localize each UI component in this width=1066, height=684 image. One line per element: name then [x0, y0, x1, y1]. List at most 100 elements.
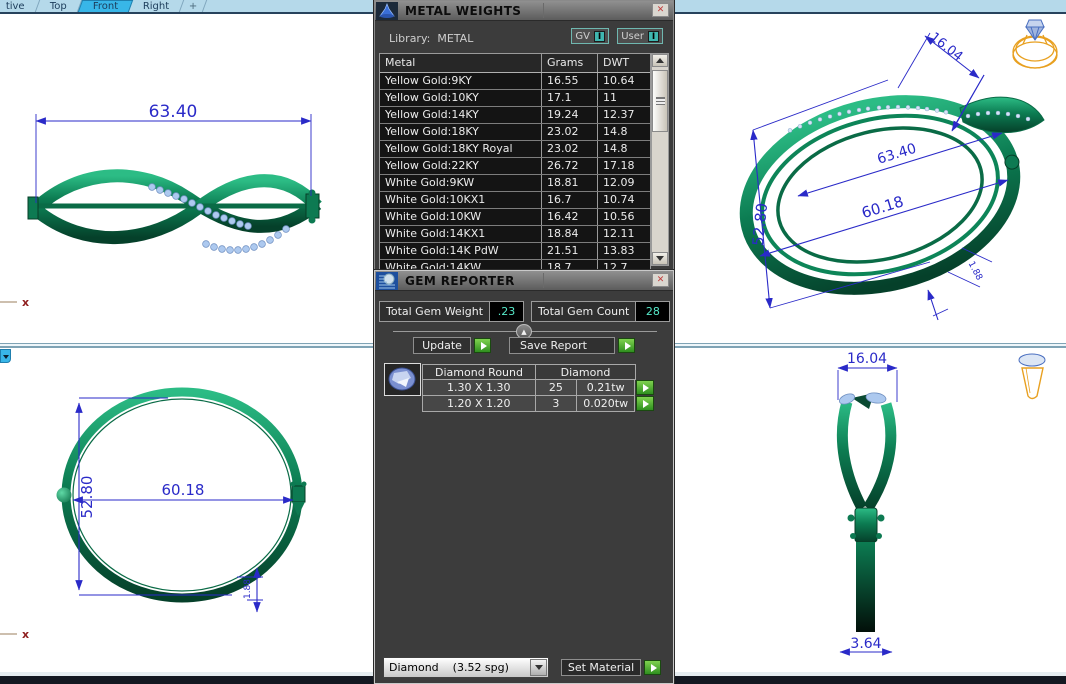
metal-cell: 10.56: [598, 209, 650, 225]
column-header-dwt[interactable]: DWT: [598, 54, 650, 72]
scrollbar-thumb[interactable]: [652, 70, 668, 132]
metal-row[interactable]: Yellow Gold:22KY26.7217.18: [380, 158, 650, 175]
set-material-run-button[interactable]: [644, 660, 661, 675]
play-icon: [643, 384, 649, 392]
metal-row[interactable]: White Gold:14KX118.8412.11: [380, 226, 650, 243]
dim-right-bottom: 3.64: [850, 636, 881, 652]
metal-cell: White Gold:14K PdW: [380, 243, 542, 259]
gem-cell: 0.21tw: [577, 380, 635, 396]
tab-perspective[interactable]: tive: [0, 0, 40, 12]
gem-cell: 1.20 X 1.20: [422, 396, 536, 412]
set-material-button[interactable]: Set Material: [561, 659, 641, 676]
right-bangle-model[interactable]: [838, 392, 891, 632]
titlebar-separator: [543, 3, 544, 18]
gem-row-run-button[interactable]: [636, 396, 654, 411]
scroll-up-icon[interactable]: [652, 54, 668, 67]
column-header-metal[interactable]: Metal: [380, 54, 542, 72]
metal-row[interactable]: White Gold:9KW18.8112.09: [380, 175, 650, 192]
tab-label: Right: [143, 1, 169, 12]
metal-cell: 11: [598, 90, 650, 106]
user-toggle-icon[interactable]: I: [648, 31, 659, 42]
metal-table-header: Metal Grams DWT: [380, 54, 650, 73]
gem-thumbnail[interactable]: [384, 363, 421, 396]
metal-cell: 18.81: [542, 175, 598, 191]
play-icon: [651, 664, 657, 672]
metal-weights-icon: [376, 2, 398, 20]
metal-table-scrollbar[interactable]: [651, 53, 669, 266]
gem-cell: 25: [536, 380, 578, 396]
metal-cell: 13.83: [598, 243, 650, 259]
total-gem-count-box: Total Gem Count 28: [531, 301, 670, 322]
dim-front-width: 63.40: [149, 102, 198, 122]
tab-right[interactable]: Right: [129, 0, 185, 12]
metal-cell: 14.8: [598, 141, 650, 157]
dim-persp-top: 16.04: [927, 30, 966, 65]
material-dropdown-value: Diamond (3.52 spg): [384, 661, 530, 674]
metal-row[interactable]: White Gold:10KW16.4210.56: [380, 209, 650, 226]
metal-weights-dialog: METAL WEIGHTS ✕ Library: METAL GV I User…: [374, 0, 674, 270]
metal-cell: Yellow Gold:14KY: [380, 107, 542, 123]
gv-toggle-icon[interactable]: I: [594, 31, 605, 42]
metal-row[interactable]: Yellow Gold:18KY23.0214.8: [380, 124, 650, 141]
metal-cell: 12.37: [598, 107, 650, 123]
ring-profile-icon: [1019, 354, 1045, 399]
gem-cell: 3: [536, 396, 578, 412]
gem-cell: 1.30 X 1.30: [422, 380, 536, 396]
metal-cell: 16.55: [542, 73, 598, 89]
save-report-button[interactable]: Save Report: [509, 337, 615, 354]
material-dropdown[interactable]: Diamond (3.52 spg): [383, 657, 549, 678]
tab-top[interactable]: Top: [36, 0, 82, 12]
dropdown-arrow-icon[interactable]: [530, 659, 547, 676]
metal-cell: White Gold:9KW: [380, 175, 542, 191]
column-header-grams[interactable]: Grams: [542, 54, 598, 72]
metal-cell: White Gold:10KW: [380, 209, 542, 225]
viewport-corner-tab[interactable]: [0, 349, 11, 363]
dim-persp-diag-a: 63.40: [875, 141, 918, 168]
metal-cell: 16.42: [542, 209, 598, 225]
tab-label: Front: [92, 1, 117, 12]
metal-cell: 12.11: [598, 226, 650, 242]
metal-row[interactable]: White Gold:10KX116.710.74: [380, 192, 650, 209]
metal-cell: Yellow Gold:10KY: [380, 90, 542, 106]
metal-row[interactable]: Yellow Gold:14KY19.2412.37: [380, 107, 650, 124]
close-icon[interactable]: ✕: [652, 3, 669, 17]
gv-toggle-button[interactable]: GV I: [571, 28, 609, 44]
diamond-round-gem-icon: [385, 364, 420, 395]
metal-row[interactable]: Yellow Gold:10KY17.111: [380, 90, 650, 107]
metal-row[interactable]: Yellow Gold:9KY16.5510.64: [380, 73, 650, 90]
save-report-run-button[interactable]: [618, 338, 635, 353]
tab-label: Top: [50, 1, 67, 12]
new-viewport-tab-button[interactable]: +: [180, 0, 208, 12]
total-gem-count-value: 28: [635, 302, 669, 321]
gem-header-material: Diamond: [536, 364, 636, 380]
scroll-down-icon[interactable]: [652, 252, 668, 265]
close-icon[interactable]: ✕: [652, 273, 669, 287]
metal-row[interactable]: White Gold:14K PdW21.5113.83: [380, 243, 650, 260]
gem-reporter-dialog: GEM REPORTER ✕ Total Gem Weight .23 Tota…: [374, 270, 674, 684]
library-label: Library: METAL: [389, 32, 473, 45]
gem-row-run-button[interactable]: [636, 380, 654, 395]
total-gem-weight-box: Total Gem Weight .23: [379, 301, 524, 322]
ring-preview-icon: [1013, 20, 1057, 68]
gem-reporter-icon: [376, 272, 398, 290]
front-bangle-model[interactable]: [28, 176, 319, 254]
update-run-button[interactable]: [474, 338, 491, 353]
gem-row[interactable]: 1.30 X 1.30250.21tw: [422, 380, 654, 396]
metal-cell: 14.8: [598, 124, 650, 140]
metal-row[interactable]: Yellow Gold:18KY Royal23.0214.8: [380, 141, 650, 158]
user-toggle-button[interactable]: User I: [617, 28, 663, 44]
tab-front[interactable]: Front: [77, 0, 133, 12]
top-view-drawing: 52.80 60.18 1.88 x: [0, 392, 307, 641]
dialog-title: METAL WEIGHTS: [405, 4, 521, 18]
gem-row[interactable]: 1.20 X 1.2030.020tw: [422, 396, 654, 412]
perspective-view-drawing: 52.80 63.40 60.18 16.04 1.88: [726, 20, 1057, 320]
metal-weights-titlebar[interactable]: METAL WEIGHTS ✕: [375, 1, 673, 21]
perspective-bangle-model[interactable]: [726, 73, 1044, 315]
metal-cell: 10.74: [598, 192, 650, 208]
metal-table-body: Yellow Gold:9KY16.5510.64Yellow Gold:10K…: [380, 73, 650, 271]
axis-x-label: x: [22, 296, 29, 309]
metal-cell: Yellow Gold:18KY: [380, 124, 542, 140]
update-button[interactable]: Update: [413, 337, 471, 354]
gem-reporter-titlebar[interactable]: GEM REPORTER ✕: [375, 271, 673, 291]
front-view-drawing: 63.40 x: [0, 102, 319, 309]
